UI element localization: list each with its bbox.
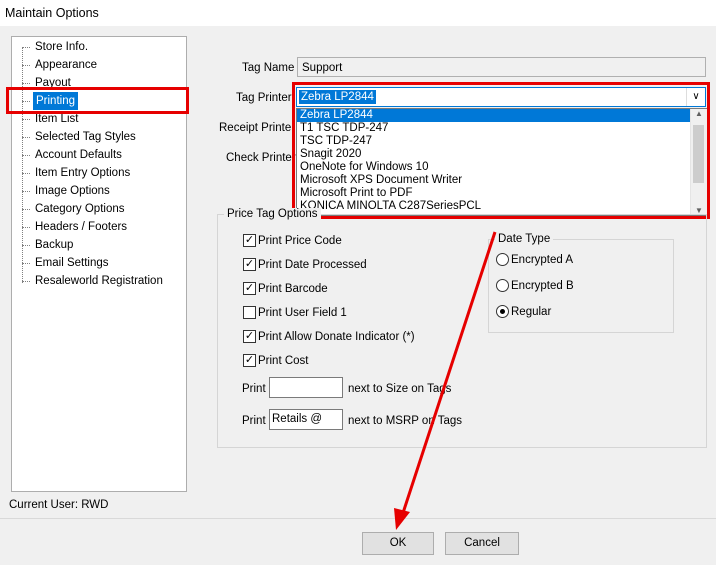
annotation-arrow-head: [394, 508, 410, 530]
annotation-arrow-line: [400, 231, 497, 517]
annotation-arrow: [394, 231, 497, 530]
